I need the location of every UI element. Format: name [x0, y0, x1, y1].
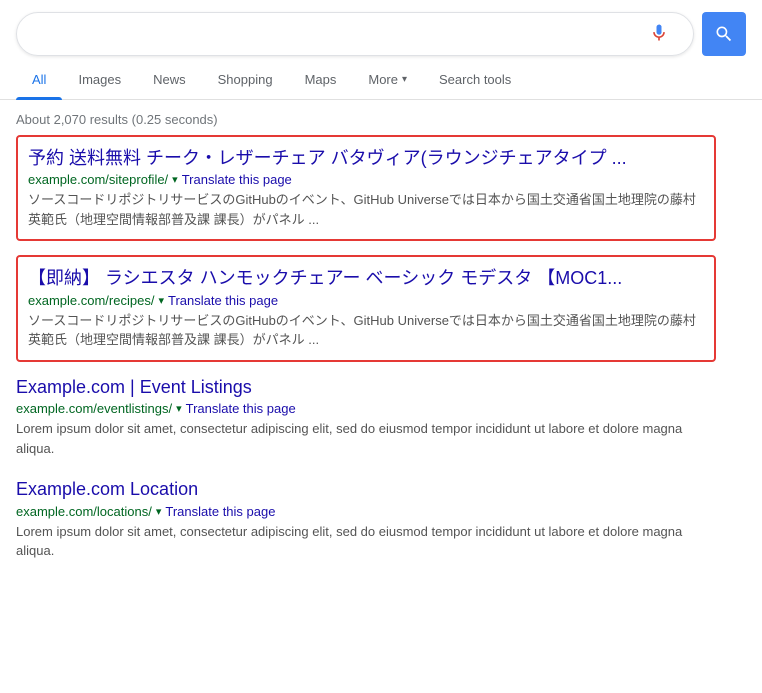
- result-url: example.com/locations/: [16, 504, 152, 519]
- tab-shopping[interactable]: Shopping: [202, 60, 289, 99]
- dropdown-arrow-icon[interactable]: ▾: [176, 402, 182, 415]
- chevron-down-icon: ▾: [402, 74, 407, 85]
- result-item: 【即納】 ラシエスタ ハンモックチェアー ベーシック モデスタ 【MOC1...…: [16, 255, 716, 361]
- search-bar-area: site:example.com/: [0, 0, 762, 56]
- result-snippet: Lorem ipsum dolor sit amet, consectetur …: [16, 419, 716, 458]
- tab-search-tools[interactable]: Search tools: [423, 60, 527, 99]
- result-url-row: example.com/siteprofile/ ▾ Translate thi…: [28, 172, 704, 187]
- tab-maps[interactable]: Maps: [289, 60, 353, 99]
- dropdown-arrow-icon[interactable]: ▾: [172, 173, 178, 186]
- results-info: About 2,070 results (0.25 seconds): [0, 100, 762, 135]
- result-snippet: ソースコードリポジトリサービスのGitHubのイベント、GitHub Unive…: [28, 190, 704, 229]
- result-title[interactable]: Example.com | Event Listings: [16, 376, 716, 399]
- search-input[interactable]: site:example.com/: [33, 25, 649, 43]
- results-count-text: About 2,070 results (0.25 seconds): [16, 112, 218, 127]
- result-snippet: Lorem ipsum dolor sit amet, consectetur …: [16, 522, 716, 561]
- result-item: Example.com | Event Listings example.com…: [16, 376, 716, 458]
- search-button[interactable]: [702, 12, 746, 56]
- translate-link[interactable]: Translate this page: [182, 172, 292, 187]
- result-url-row: example.com/locations/ ▾ Translate this …: [16, 504, 716, 519]
- translate-link[interactable]: Translate this page: [186, 401, 296, 416]
- search-icon: [714, 24, 734, 44]
- nav-tabs: All Images News Shopping Maps More ▾ Sea…: [0, 60, 762, 100]
- result-item: Example.com Location example.com/locatio…: [16, 478, 716, 560]
- tab-more[interactable]: More ▾: [352, 60, 423, 99]
- result-url: example.com/recipes/: [28, 293, 154, 308]
- tab-all[interactable]: All: [16, 60, 62, 99]
- result-url-row: example.com/recipes/ ▾ Translate this pa…: [28, 293, 704, 308]
- mic-icon: [649, 23, 669, 43]
- tab-images[interactable]: Images: [62, 60, 137, 99]
- translate-link[interactable]: Translate this page: [165, 504, 275, 519]
- result-title[interactable]: 予約 送料無料 チーク・レザーチェア バタヴィア(ラウンジチェアタイプ ...: [28, 147, 704, 170]
- translate-link[interactable]: Translate this page: [168, 293, 278, 308]
- result-snippet: ソースコードリポジトリサービスのGitHubのイベント、GitHub Unive…: [28, 311, 704, 350]
- result-item: 予約 送料無料 チーク・レザーチェア バタヴィア(ラウンジチェアタイプ ... …: [16, 135, 716, 241]
- mic-button[interactable]: [649, 23, 669, 46]
- dropdown-arrow-icon[interactable]: ▾: [156, 505, 162, 518]
- result-title[interactable]: Example.com Location: [16, 478, 716, 501]
- result-url-row: example.com/eventlistings/ ▾ Translate t…: [16, 401, 716, 416]
- results-container: 予約 送料無料 チーク・レザーチェア バタヴィア(ラウンジチェアタイプ ... …: [0, 135, 762, 561]
- result-url: example.com/eventlistings/: [16, 401, 172, 416]
- dropdown-arrow-icon[interactable]: ▾: [158, 294, 164, 307]
- result-title[interactable]: 【即納】 ラシエスタ ハンモックチェアー ベーシック モデスタ 【MOC1...: [28, 267, 704, 290]
- tab-news[interactable]: News: [137, 60, 202, 99]
- result-url: example.com/siteprofile/: [28, 172, 168, 187]
- search-bar: site:example.com/: [16, 12, 694, 56]
